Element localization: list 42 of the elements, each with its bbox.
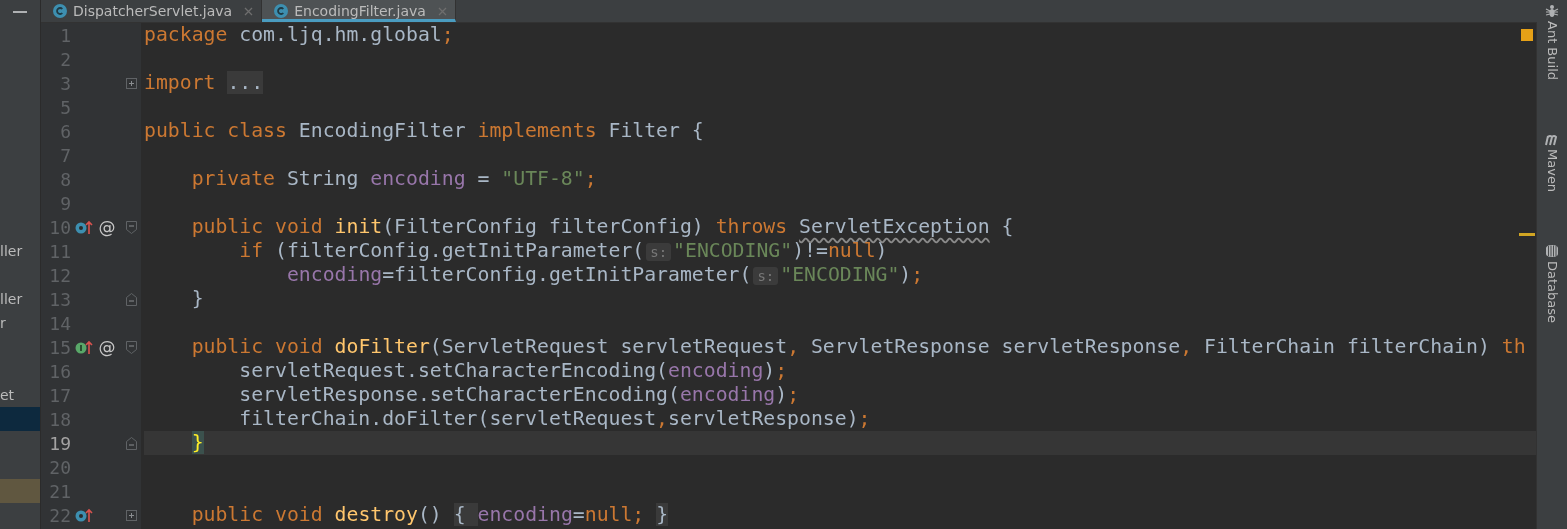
project-tree-item[interactable]: ller [0,287,40,311]
code-line: servletResponse.setCharacterEncoding(encoding); [238,383,800,407]
collapse-icon[interactable] [125,340,137,354]
collapse-icon[interactable] [125,220,137,234]
code-line: public class EncodingFilter implements Filter { [144,119,704,143]
code-line: public void init(FilterConfig filterConfig) throws ServletException { [190,215,1014,239]
close-icon[interactable] [244,6,254,16]
expand-icon[interactable] [125,509,137,521]
project-tree-item[interactable]: ller [0,239,40,263]
close-icon[interactable] [437,6,447,16]
expand-icon[interactable] [125,77,137,89]
code-line: if (filterConfig.getInitParameter( s: "ENCODING")!=null) [238,238,888,264]
line-number: 19 [48,432,71,454]
tool-window-button[interactable]: Maven [1544,132,1560,193]
tool-window-button[interactable]: Ant Build [1544,4,1560,80]
ant-icon [1545,4,1559,18]
warning-marker[interactable] [1519,233,1535,236]
editor-tab[interactable]: EncodingFilter.java [262,0,456,22]
annotation-marker[interactable]: @ [98,337,116,357]
code-line: import ... [144,71,264,95]
editor-tab[interactable]: DispatcherServlet.java [41,0,263,22]
collapse-icon[interactable] [125,436,137,450]
code-line: public void doFilter(ServletRequest servletRequest, ServletResponse servletResponse, FilterChain filterChain) th [190,335,1526,359]
tool-window-button[interactable]: Database [1544,244,1560,324]
code-line: encoding=filterConfig.getInitParameter( s: "ENCODING"); [285,262,924,288]
database-icon [1545,244,1559,259]
implements-icon[interactable] [75,339,93,355]
code-line: package com.ljq.hm.global; [144,23,454,47]
maven-icon [1545,132,1559,146]
code-line: private String encoding = "UTF-8"; [190,167,597,191]
class-icon [274,4,289,18]
project-tree-item[interactable]: r [0,311,40,335]
code-line: public void destroy() { encoding=null; } [190,503,669,527]
collapse-icon[interactable] [125,292,137,306]
class-icon [53,4,67,18]
project-tree-item[interactable]: et [0,383,40,407]
override-icon[interactable] [75,219,93,235]
code-line: } [190,287,204,311]
override-icon[interactable] [75,507,93,523]
annotation-marker[interactable]: @ [98,217,116,237]
code-line: filterChain.doFilter(servletRequest,servletResponse); [238,407,871,431]
code-line: servletRequest.setCharacterEncoding(encoding); [238,359,788,383]
